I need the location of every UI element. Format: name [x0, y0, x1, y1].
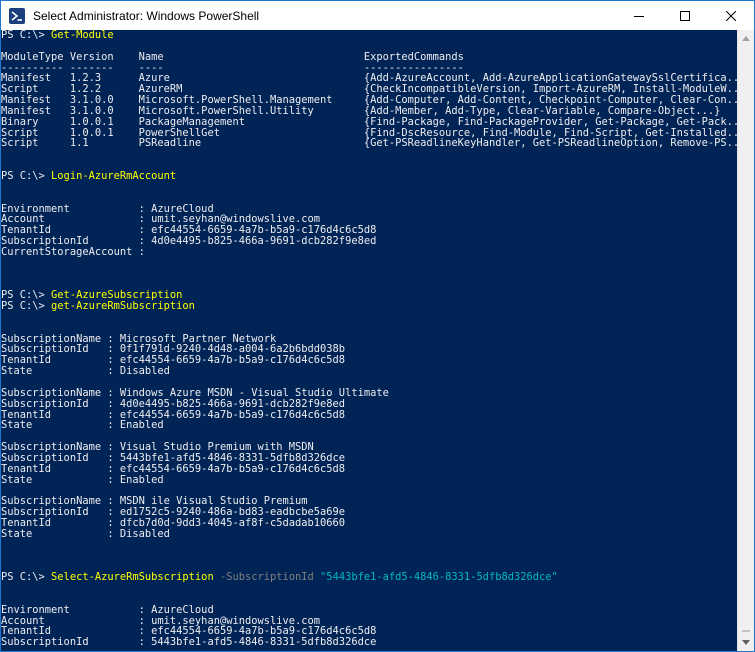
- console-output[interactable]: PS C:\> Get-Module ModuleType Version Nam…: [1, 30, 737, 651]
- chevron-up-icon: [742, 36, 750, 41]
- console-text: PS C:\>: [1, 169, 52, 182]
- console-text: "5443bfe1-afd5-4846-8331-5dfb8d326dce": [313, 571, 558, 584]
- console-text: PS C:\>: [1, 571, 52, 584]
- console-text: Script 1.1 PSReadline {Get-PSReadlineKey…: [1, 137, 737, 150]
- console-text: PS C:\>: [1, 30, 52, 41]
- maximize-icon: [680, 10, 690, 21]
- console-text: Select-AzureRmSubscription: [51, 571, 214, 584]
- console-line: Script 1.1 PSReadline {Get-PSReadlineKey…: [1, 138, 737, 149]
- console-text: Get-Module: [51, 30, 114, 41]
- console-line: State : Disabled: [1, 366, 737, 377]
- chevron-down-icon: [742, 640, 750, 645]
- scroll-down-button[interactable]: [738, 634, 754, 651]
- console-line: PS C:\> get-AzureRmSubscription: [1, 301, 737, 312]
- close-button[interactable]: [708, 1, 754, 30]
- console-text: State : Enabled: [1, 419, 164, 432]
- console-text: State : Disabled: [1, 365, 170, 378]
- console-text: SubscriptionId : 5443bfe1-afd5-4846-8331…: [1, 636, 377, 649]
- scroll-thumb[interactable]: [742, 630, 750, 632]
- vertical-scrollbar[interactable]: [737, 30, 754, 651]
- powershell-icon[interactable]: [9, 7, 25, 24]
- console-text: State : Enabled: [1, 473, 164, 486]
- powershell-window: Select Administrator: Windows PowerShell…: [0, 0, 755, 652]
- window-title: Select Administrator: Windows PowerShell: [33, 8, 260, 23]
- console-line: State : Disabled: [1, 527, 737, 540]
- title-bar[interactable]: Select Administrator: Windows PowerShell: [1, 1, 754, 30]
- maximize-button[interactable]: [662, 1, 708, 30]
- console-text: get-AzureRmSubscription: [51, 300, 195, 313]
- minimize-button[interactable]: [616, 1, 662, 30]
- console-line: PS C:\> Login-AzureRmAccount: [1, 171, 737, 182]
- console-line: State : Enabled: [1, 420, 737, 431]
- console-line: PS C:\> Get-Module: [1, 30, 737, 41]
- minimize-icon: [634, 15, 644, 17]
- window-controls: [616, 1, 754, 30]
- console-text: -SubscriptionId: [213, 571, 314, 584]
- scroll-up-button[interactable]: [738, 30, 754, 47]
- console-text: State : Disabled: [1, 527, 170, 540]
- console-text: Login-AzureRmAccount: [51, 169, 177, 182]
- console-text: PS C:\>: [1, 300, 52, 313]
- close-icon: [726, 10, 736, 21]
- console-line: SubscriptionId : 5443bfe1-afd5-4846-8331…: [1, 637, 737, 648]
- console-line: PS C:\> Select-AzureRmSubscription -Subs…: [1, 572, 737, 583]
- console-line: CurrentStorageAccount :: [1, 245, 737, 258]
- console-line: State : Enabled: [1, 473, 737, 486]
- console-text: CurrentStorageAccount :: [1, 245, 145, 258]
